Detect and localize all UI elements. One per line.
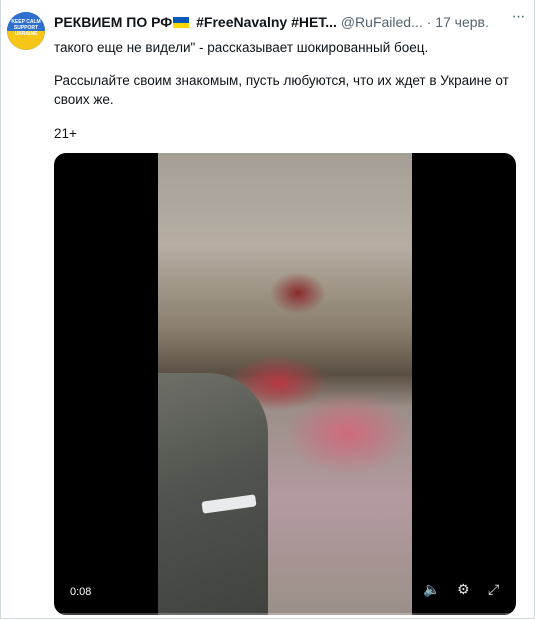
video-progress-bar[interactable]: [54, 613, 516, 615]
tweet-header: РЕКВИЕМ ПО РФ #FreeNavalny #НЕТ... @RuFa…: [54, 14, 507, 34]
volume-icon[interactable]: 🔈: [423, 581, 440, 598]
author-handle[interactable]: @RuFailed...: [341, 14, 423, 30]
author-tags[interactable]: #FreeNavalny #НЕТ...: [196, 14, 337, 30]
video-player[interactable]: 0:08 🔈 ⚙ ⤢: [54, 153, 516, 615]
author-name[interactable]: РЕКВИЕМ ПО РФ: [54, 14, 172, 30]
avatar[interactable]: KEEP CALM SUPPORT UKRAINE: [7, 12, 45, 50]
more-options-icon[interactable]: ···: [511, 9, 526, 26]
tweet-text-paragraph: Рассылайте своим знакомым, пусть любуютс…: [54, 73, 509, 107]
ukraine-flag-icon: [173, 17, 190, 28]
settings-icon[interactable]: ⚙: [457, 581, 470, 598]
avatar-badge-text: KEEP CALM SUPPORT UKRAINE: [11, 19, 41, 37]
video-frame: [158, 153, 412, 615]
separator-dot: ·: [426, 14, 432, 30]
fullscreen-icon[interactable]: ⤢: [488, 581, 499, 598]
tweet-date[interactable]: 17 черв.: [435, 14, 489, 30]
video-timestamp: 0:08: [70, 586, 92, 598]
tweet-text-line: такого еще не видели" - рассказывает шок…: [54, 40, 429, 55]
tweet-age-rating: 21+: [54, 126, 77, 141]
